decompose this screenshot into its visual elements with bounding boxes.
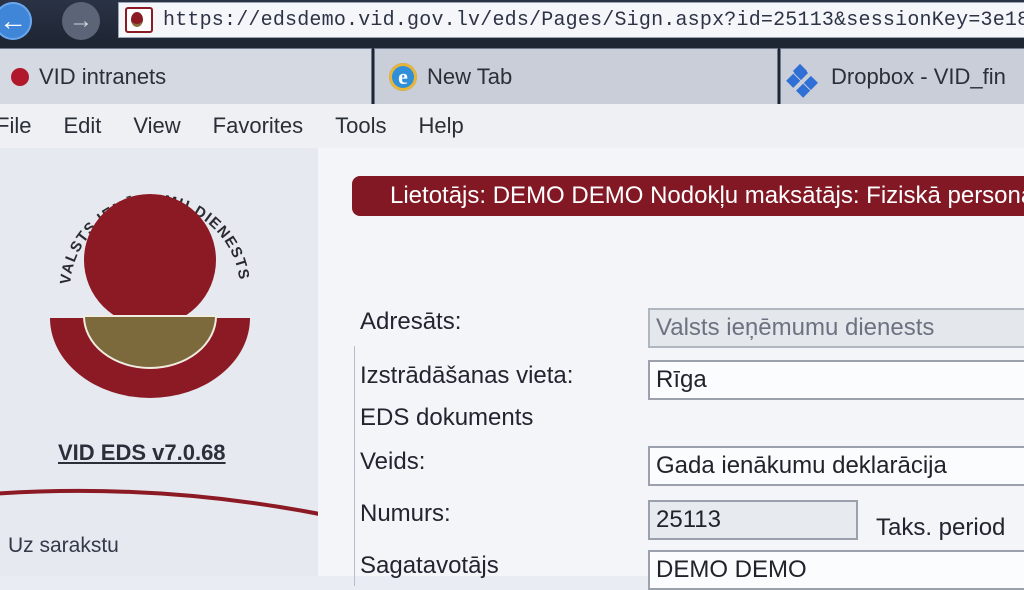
tab-new-tab[interactable]: e New Tab <box>374 48 778 106</box>
numurs-field[interactable]: 25113 <box>648 500 858 540</box>
tab-label: New Tab <box>427 64 513 89</box>
address-bar: ← → https://edsdemo.vid.gov.lv/eds/Pages… <box>0 0 1024 44</box>
label-numurs: Numurs: <box>360 500 451 527</box>
version-link[interactable]: VID EDS v7.0.68 <box>58 440 258 466</box>
dropbox-icon <box>795 66 821 88</box>
tab-label: VID intranets <box>39 64 167 89</box>
back-to-list-link[interactable]: Uz sarakstu <box>8 534 119 558</box>
arrow-left-icon: ← <box>0 5 27 36</box>
tab-dropbox[interactable]: Dropbox - VID_fin <box>780 48 1024 106</box>
menu-file[interactable]: File <box>0 113 31 139</box>
tab-vid-intranets[interactable]: VID intranets <box>0 48 372 106</box>
form-divider <box>354 346 355 586</box>
menu-view[interactable]: View <box>133 113 180 139</box>
menu-bar: File Edit View Favorites Tools Help <box>0 104 1024 149</box>
back-button[interactable]: ← <box>0 2 32 40</box>
sagatavotajs-field[interactable]: DEMO DEMO <box>648 550 1024 590</box>
menu-edit[interactable]: Edit <box>63 113 101 139</box>
label-veids: Veids: <box>360 448 426 475</box>
label-taks-period: Taks. period <box>876 514 1006 541</box>
tab-bar: VID intranets e New Tab Dropbox - VID_fi… <box>0 44 1024 106</box>
internet-explorer-icon: e <box>389 63 417 91</box>
site-favicon-icon <box>125 7 153 33</box>
vid-favicon-icon <box>11 68 29 86</box>
sidebar: VALSTS IEŅĒMUMU DIENESTS VID EDS v7.0.68… <box>0 148 330 576</box>
menu-help[interactable]: Help <box>419 113 464 139</box>
arrow-right-icon: → <box>69 7 93 34</box>
vid-logo: VALSTS IEŅĒMUMU DIENESTS <box>50 192 251 398</box>
vieta-field[interactable]: Rīga <box>648 360 1024 400</box>
decorative-swoosh <box>0 488 330 518</box>
label-adresats: Adresāts: <box>360 308 462 335</box>
main-content: Lietotājs: DEMO DEMO Nodokļu maksātājs: … <box>318 148 1024 590</box>
tab-label: Dropbox - VID_fin <box>831 64 1006 89</box>
url-text: https://edsdemo.vid.gov.lv/eds/Pages/Sig… <box>163 8 1024 32</box>
url-field[interactable]: https://edsdemo.vid.gov.lv/eds/Pages/Sig… <box>118 2 1024 38</box>
veids-field[interactable]: Gada ienākumu deklarācija <box>648 446 1024 486</box>
menu-tools[interactable]: Tools <box>335 113 386 139</box>
user-banner: Lietotājs: DEMO DEMO Nodokļu maksātājs: … <box>352 176 1024 216</box>
section-eds-dokuments: EDS dokuments <box>360 404 534 431</box>
adresats-field[interactable]: Valsts ieņēmumu dienests <box>648 308 1024 348</box>
label-vieta: Izstrādāšanas vieta: <box>360 362 574 389</box>
forward-button[interactable]: → <box>62 2 100 40</box>
menu-favorites[interactable]: Favorites <box>213 113 303 139</box>
